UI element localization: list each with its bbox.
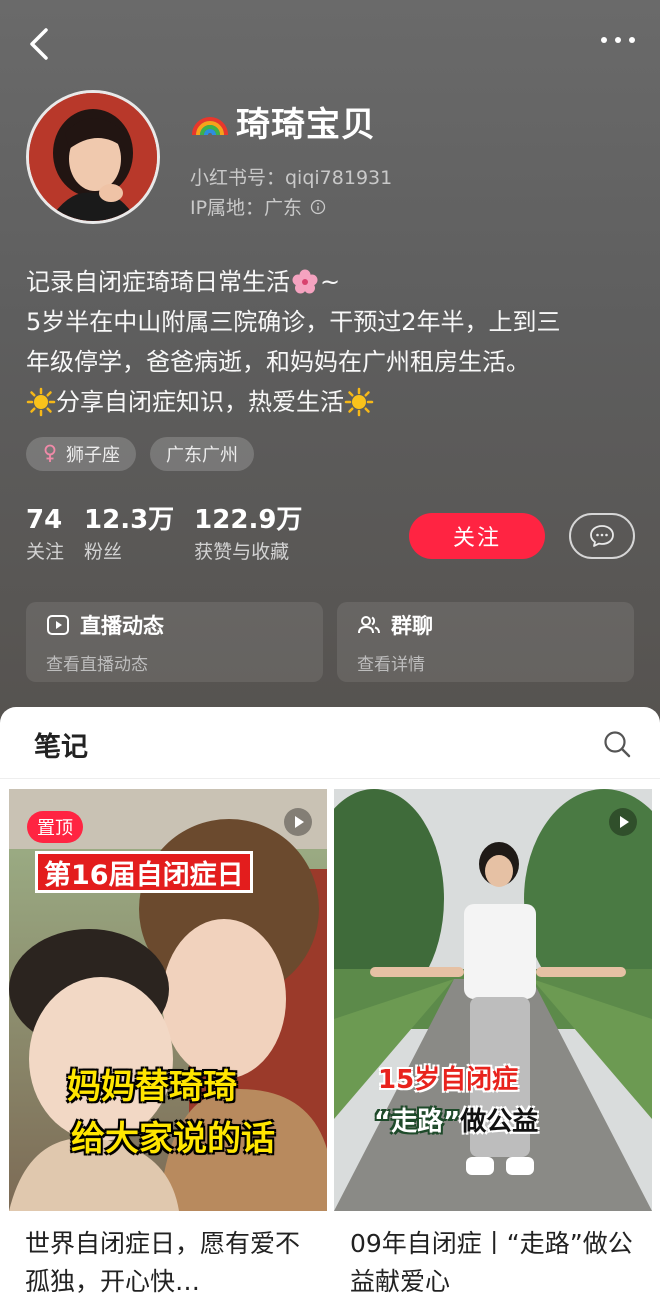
note-cover-image: [334, 789, 652, 1211]
rainbow-icon: [192, 117, 228, 136]
tab-notes[interactable]: 笔记: [34, 725, 88, 764]
cover-line-2a: “走路”: [374, 1107, 461, 1137]
video-play-icon: [609, 808, 637, 836]
stat-following-label: 关注: [26, 541, 65, 563]
group-chat-card[interactable]: 群聊 查看详情: [337, 602, 634, 682]
bio-line-1: 记录自闭症琦琦日常生活 ~: [26, 262, 641, 302]
avatar[interactable]: [26, 90, 160, 224]
sun-icon: [26, 387, 56, 417]
search-button[interactable]: [602, 729, 632, 759]
cherry-blossom-icon: [292, 269, 318, 294]
more-button[interactable]: [598, 28, 638, 52]
note-card[interactable]: 15岁自闭症 “走路”做公益 09年自闭症丨“走路”做公益献爱心: [334, 789, 652, 1309]
stat-likes-label: 获赞与收藏: [194, 541, 290, 563]
sun-icon: [344, 387, 374, 417]
avatar-image: [29, 93, 157, 221]
cover-line-1: 妈妈替琦琦: [67, 1067, 237, 1107]
top-bar: [0, 0, 660, 90]
bio-text-1-suffix: ~: [320, 268, 341, 296]
note-caption: 09年自闭症丨“走路”做公益献爱心: [350, 1229, 633, 1296]
username: 琦琦宝贝: [236, 104, 376, 145]
bio-text-4: 分享自闭症知识，热爱生活: [56, 388, 344, 416]
more-dots-icon: [601, 37, 635, 43]
stat-following-value: 74: [26, 505, 63, 535]
note-caption: 世界自闭症日，愿有爱不孤独，开心快…: [25, 1229, 301, 1296]
cover-line-2b: 做公益: [460, 1107, 539, 1137]
tag-zodiac-label: 狮子座: [66, 445, 120, 466]
stat-following[interactable]: 74 关注: [26, 503, 64, 567]
female-icon: [44, 444, 56, 462]
tag-location-label: 广东广州: [166, 445, 238, 466]
bio: 记录自闭症琦琦日常生活 ~ 5岁半在中山附属三院确诊，干预过2年半，上到三 年级…: [26, 262, 641, 422]
tag-zodiac[interactable]: 狮子座: [26, 437, 136, 471]
follow-button[interactable]: 关注: [409, 513, 545, 559]
group-card-subtitle: 查看详情: [357, 655, 425, 675]
chat-bubble-icon: [590, 525, 614, 547]
stat-followers[interactable]: 12.3万 粉丝: [84, 503, 174, 567]
message-button[interactable]: [569, 513, 635, 559]
cover-line-1: 15岁自闭症: [378, 1065, 519, 1095]
group-users-icon: [358, 616, 380, 634]
info-icon[interactable]: [310, 199, 326, 215]
cover-line-2: “走路”做公益: [374, 1101, 538, 1138]
live-activity-card[interactable]: 直播动态 查看直播动态: [26, 602, 323, 682]
note-cover: 置顶 第16届自闭症日 妈妈替琦琦 给大家说的话: [9, 789, 327, 1211]
back-button[interactable]: [22, 24, 58, 64]
stat-followers-value: 12.3万: [84, 505, 175, 535]
live-card-title-text: 直播动态: [80, 614, 164, 638]
search-icon: [604, 731, 631, 758]
stat-followers-label: 粉丝: [84, 541, 123, 563]
notes-panel: 笔记 置顶 第16届自闭症日 妈妈替琦琦 给大家说的话 世界自闭症日，愿有爱不孤…: [0, 707, 660, 1309]
tag-location[interactable]: 广东广州: [150, 437, 254, 471]
notes-header: 笔记: [0, 707, 660, 779]
bio-line-3: 年级停学，爸爸病逝，和妈妈在广州租房生活。: [26, 348, 530, 376]
redbook-id: 小红书号：qiqi781931: [190, 167, 393, 189]
chevron-left-icon: [30, 28, 48, 60]
bio-line-4: 分享自闭症知识，热爱生活: [26, 382, 641, 422]
note-cover: 15岁自闭症 “走路”做公益: [334, 789, 652, 1211]
ip-location-text: IP属地：广东: [190, 197, 303, 219]
cover-line-2: 给大家说的话: [71, 1119, 275, 1159]
profile-tags: 狮子座 广东广州: [26, 437, 254, 471]
profile-stats: 74 关注 12.3万 粉丝 122.9万 获赞与收藏: [26, 503, 322, 567]
bio-line-2: 5岁半在中山附属三院确诊，干预过2年半，上到三: [26, 308, 561, 336]
note-card[interactable]: 置顶 第16届自闭症日 妈妈替琦琦 给大家说的话 世界自闭症日，愿有爱不孤独，开…: [9, 789, 327, 1309]
pinned-badge: 置顶: [27, 811, 83, 843]
stat-likes-value: 122.9万: [194, 505, 303, 535]
group-card-title: 群聊: [357, 610, 433, 640]
live-card-subtitle: 查看直播动态: [46, 655, 148, 675]
video-play-icon: [284, 808, 312, 836]
live-card-title: 直播动态: [46, 610, 164, 640]
bio-text-1: 记录自闭症琦琦日常生活: [26, 268, 290, 296]
cover-headline: 第16届自闭症日: [35, 851, 253, 893]
ip-location: IP属地：广东: [190, 193, 326, 220]
live-play-icon: [47, 615, 69, 635]
group-card-title-text: 群聊: [391, 614, 433, 638]
stat-likes[interactable]: 122.9万 获赞与收藏: [194, 503, 302, 567]
username-row: 琦琦宝贝: [190, 98, 376, 145]
